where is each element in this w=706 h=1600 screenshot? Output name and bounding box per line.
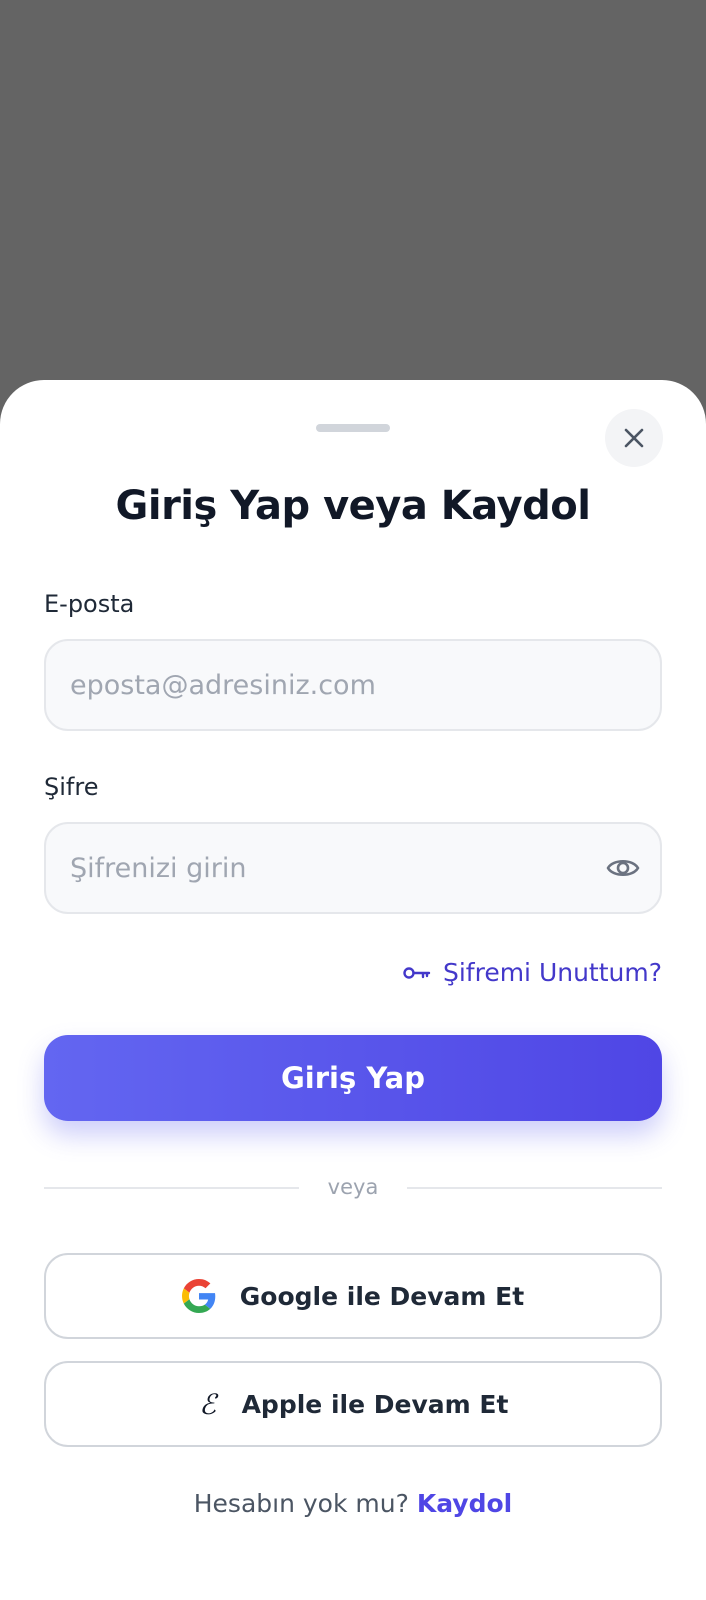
email-label: E-posta	[44, 590, 135, 618]
signup-prompt: Hesabın yok mu? Kaydol	[0, 1489, 706, 1518]
close-button[interactable]	[605, 409, 663, 467]
forgot-password-label: Şifremi Unuttum?	[442, 958, 662, 987]
or-divider: veya	[44, 1175, 662, 1200]
google-signin-label: Google ile Devam Et	[239, 1281, 525, 1311]
apple-signin-button[interactable]: ℰ Apple ile Devam Et	[44, 1361, 662, 1447]
show-password-toggle[interactable]	[605, 850, 641, 886]
login-button-label: Giriş Yap	[280, 1061, 425, 1095]
login-bottom-sheet: Giriş Yap veya Kaydol E-posta Şifre Şifr…	[0, 380, 706, 1600]
close-icon	[624, 428, 644, 448]
apple-signin-label: Apple ile Devam Et	[241, 1389, 509, 1419]
forgot-password-link[interactable]: Şifremi Unuttum?	[403, 958, 662, 987]
apple-icon: ℰ	[199, 1387, 217, 1421]
signup-link[interactable]: Kaydol	[417, 1489, 512, 1518]
google-icon	[181, 1279, 216, 1313]
password-field[interactable]	[44, 822, 662, 914]
signup-prompt-text: Hesabın yok mu?	[193, 1489, 409, 1518]
login-button[interactable]: Giriş Yap	[44, 1035, 662, 1121]
google-signin-button[interactable]: Google ile Devam Et	[44, 1253, 662, 1339]
divider-line-right	[407, 1187, 662, 1189]
email-field[interactable]	[44, 639, 662, 731]
drag-handle[interactable]	[316, 424, 390, 432]
eye-icon	[606, 859, 640, 877]
sheet-title: Giriş Yap veya Kaydol	[115, 483, 591, 529]
key-icon	[403, 966, 431, 979]
password-label: Şifre	[44, 773, 99, 801]
